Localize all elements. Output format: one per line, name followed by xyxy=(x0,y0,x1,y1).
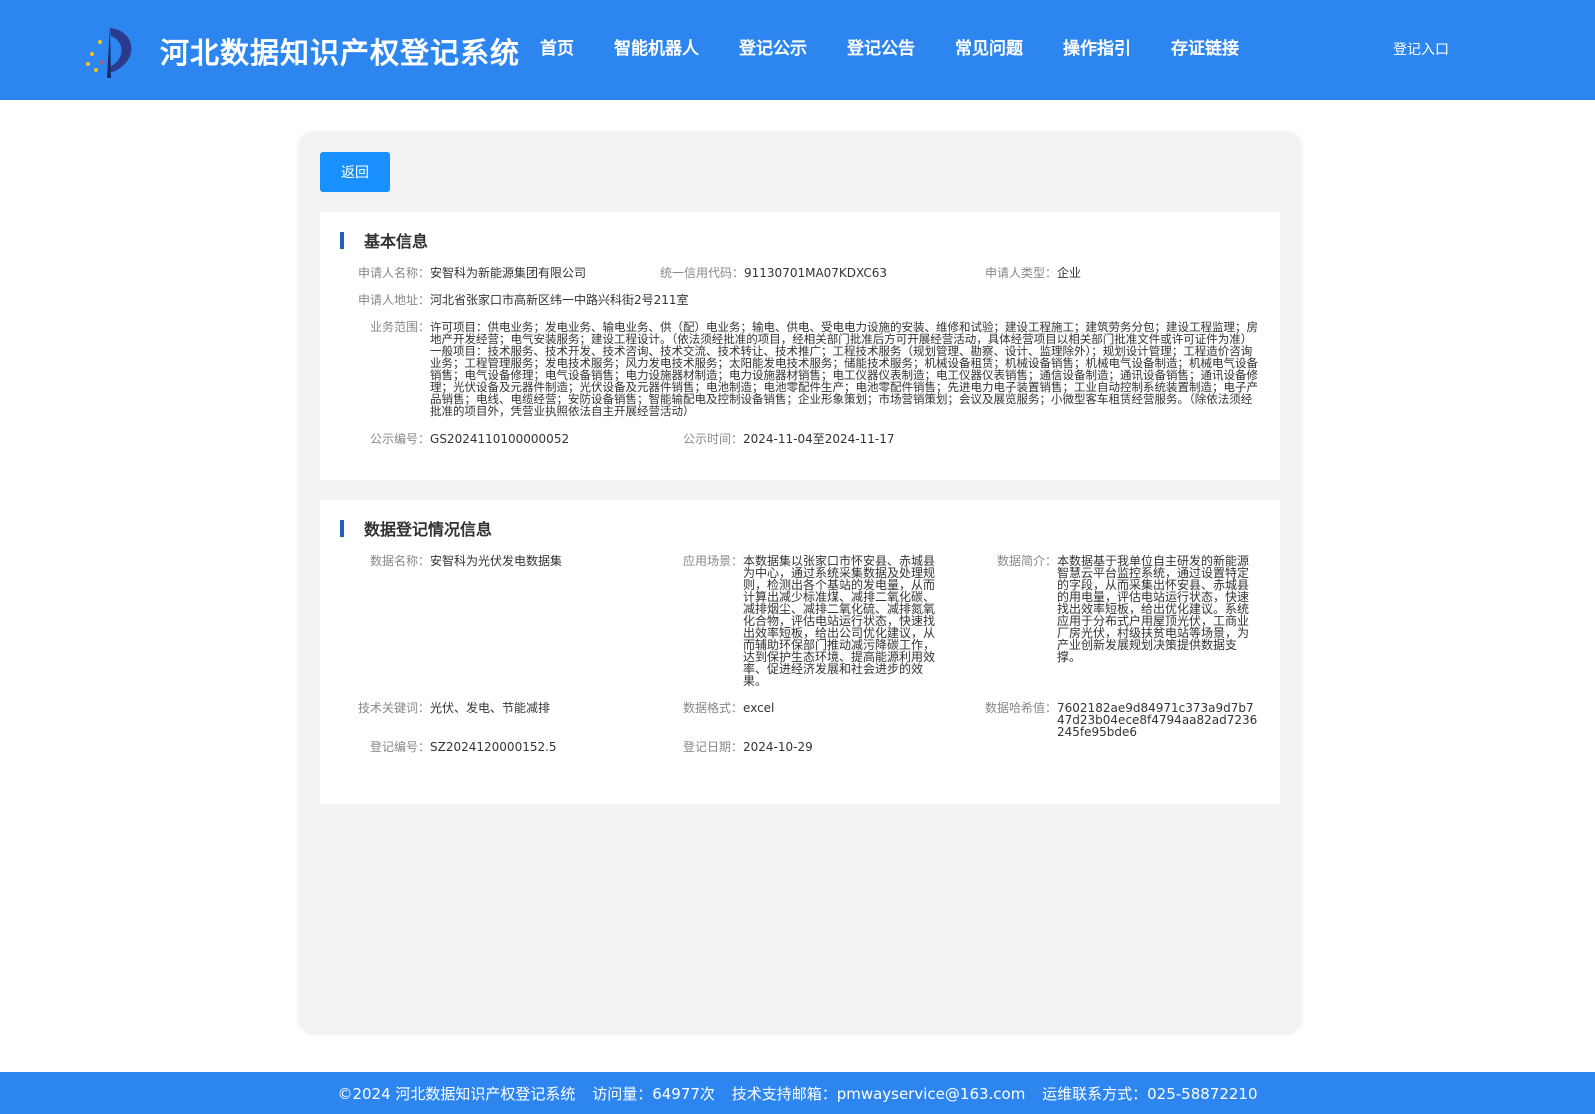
format-value: excel xyxy=(743,701,775,715)
logo-icon xyxy=(86,26,132,78)
credit-code-label: 统一信用代码： xyxy=(660,266,745,280)
top-header: 河北数据知识产权登记系统 首页 智能机器人 登记公示 登记公告 常见问题 操作指… xyxy=(0,0,1595,100)
registration-info-heading: 数据登记情况信息 xyxy=(340,518,493,539)
footer-copyright: ©2024 河北数据知识产权登记系统 xyxy=(337,1085,576,1103)
basic-info-title: 基本信息 xyxy=(364,232,429,251)
nav-item-robot[interactable]: 智能机器人 xyxy=(614,34,699,59)
basic-info-heading: 基本信息 xyxy=(340,230,429,251)
nav-item-faq[interactable]: 常见问题 xyxy=(955,34,1023,59)
detail-card: 返回 基本信息 申请人名称： 安智科为新能源集团有限公司 统一信用代码： 911… xyxy=(300,132,1300,1032)
notice-time-value: 2024-11-04至2024-11-17 xyxy=(743,432,895,446)
nav-item-announcement[interactable]: 登记公告 xyxy=(847,34,915,59)
address-value: 河北省张家口市高新区纬一中路兴科街2号211室 xyxy=(430,293,689,307)
hash-field: 数据哈希值： 7602182ae9d84971c373a9d7b747d23b0… xyxy=(985,702,1263,738)
nav-item-evidence[interactable]: 存证链接 xyxy=(1171,34,1239,59)
notice-time-label: 公示时间： xyxy=(683,432,744,446)
basic-info-panel: 基本信息 申请人名称： 安智科为新能源集团有限公司 统一信用代码： 911307… xyxy=(320,212,1280,480)
reg-no-label: 登记编号： xyxy=(370,740,431,754)
notice-no-label: 公示编号： xyxy=(370,432,431,446)
intro-label: 数据简介： xyxy=(997,554,1058,568)
address-label: 申请人地址： xyxy=(358,293,431,307)
applicant-type-value: 企业 xyxy=(1057,266,1082,280)
reg-no-value: SZ2024120000152.5 xyxy=(430,740,557,754)
credit-code-field: 统一信用代码： 91130701MA07KDXC63 xyxy=(660,267,960,279)
data-name-value: 安智科为光伏发电数据集 xyxy=(430,554,563,568)
registration-info-title: 数据登记情况信息 xyxy=(364,520,493,539)
login-link[interactable]: 登记入口 xyxy=(1393,39,1449,59)
nav-item-home[interactable]: 首页 xyxy=(540,34,574,59)
keywords-value: 光伏、发电、节能减排 xyxy=(430,701,551,715)
scenario-label: 应用场景： xyxy=(683,554,744,568)
data-name-label: 数据名称： xyxy=(370,554,431,568)
scenario-field: 应用场景： 本数据集以张家口市怀安县、赤城县为中心，通过系统采集数据及处理规则，… xyxy=(683,555,943,687)
main-nav: 首页 智能机器人 登记公示 登记公告 常见问题 操作指引 存证链接 xyxy=(520,34,1279,59)
applicant-type-label: 申请人类型： xyxy=(985,266,1058,280)
heading-accent-bar xyxy=(340,519,344,537)
intro-field: 数据简介： 本数据基于我单位自主研发的新能源智慧云平台监控系统，通过设置特定的字… xyxy=(997,555,1259,663)
keywords-field: 技术关键词： 光伏、发电、节能减排 xyxy=(358,702,618,714)
business-scope-value: 许可项目：供电业务；发电业务、输电业务、供（配）电业务；输电、供电、受电电力设施… xyxy=(430,320,1259,418)
notice-no-value: GS2024110100000052 xyxy=(430,432,570,446)
hash-value: 7602182ae9d84971c373a9d7b747d23b04ece8f4… xyxy=(1057,701,1258,739)
heading-accent-bar xyxy=(340,231,344,249)
applicant-name-field: 申请人名称： 安智科为新能源集团有限公司 xyxy=(358,267,618,279)
footer-visits: 访问量：64977次 xyxy=(592,1085,715,1103)
footer-phone: 运维联系方式：025-58872210 xyxy=(1042,1085,1258,1103)
applicant-name-value: 安智科为新能源集团有限公司 xyxy=(430,266,587,280)
intro-value: 本数据基于我单位自主研发的新能源智慧云平台监控系统，通过设置特定的字段，从而采集… xyxy=(1057,554,1250,664)
site-footer: ©2024 河北数据知识产权登记系统 访问量：64977次 技术支持邮箱：pmw… xyxy=(0,1072,1595,1114)
footer-text: ©2024 河北数据知识产权登记系统 访问量：64977次 技术支持邮箱：pmw… xyxy=(0,1083,1595,1104)
footer-email: 技术支持邮箱：pmwayservice@163.com xyxy=(731,1085,1026,1103)
reg-no-field: 登记编号： SZ2024120000152.5 xyxy=(370,741,630,753)
scenario-value: 本数据集以张家口市怀安县、赤城县为中心，通过系统采集数据及处理规则，检测出各个基… xyxy=(743,554,936,688)
keywords-label: 技术关键词： xyxy=(358,701,431,715)
nav-item-guide[interactable]: 操作指引 xyxy=(1063,34,1131,59)
address-field: 申请人地址： 河北省张家口市高新区纬一中路兴科街2号211室 xyxy=(358,294,958,306)
reg-date-field: 登记日期： 2024-10-29 xyxy=(683,741,943,753)
reg-date-value: 2024-10-29 xyxy=(743,740,813,754)
reg-date-label: 登记日期： xyxy=(683,740,744,754)
applicant-type-field: 申请人类型： 企业 xyxy=(985,267,1185,279)
back-button[interactable]: 返回 xyxy=(320,152,390,192)
hash-label: 数据哈希值： xyxy=(985,701,1058,715)
site-title: 河北数据知识产权登记系统 xyxy=(160,36,521,70)
format-label: 数据格式： xyxy=(683,701,744,715)
notice-time-field: 公示时间： 2024-11-04至2024-11-17 xyxy=(683,433,983,445)
registration-info-panel: 数据登记情况信息 数据名称： 安智科为光伏发电数据集 应用场景： 本数据集以张家… xyxy=(320,500,1280,804)
notice-no-field: 公示编号： GS2024110100000052 xyxy=(370,433,630,445)
business-scope-label: 业务范围： xyxy=(370,320,431,334)
format-field: 数据格式： excel xyxy=(683,702,943,714)
data-name-field: 数据名称： 安智科为光伏发电数据集 xyxy=(370,555,630,567)
credit-code-value: 91130701MA07KDXC63 xyxy=(744,266,888,280)
applicant-name-label: 申请人名称： xyxy=(358,266,431,280)
business-scope-field: 业务范围： 许可项目：供电业务；发电业务、输电业务、供（配）电业务；输电、供电、… xyxy=(370,321,1260,417)
nav-item-publicity[interactable]: 登记公示 xyxy=(739,34,807,59)
